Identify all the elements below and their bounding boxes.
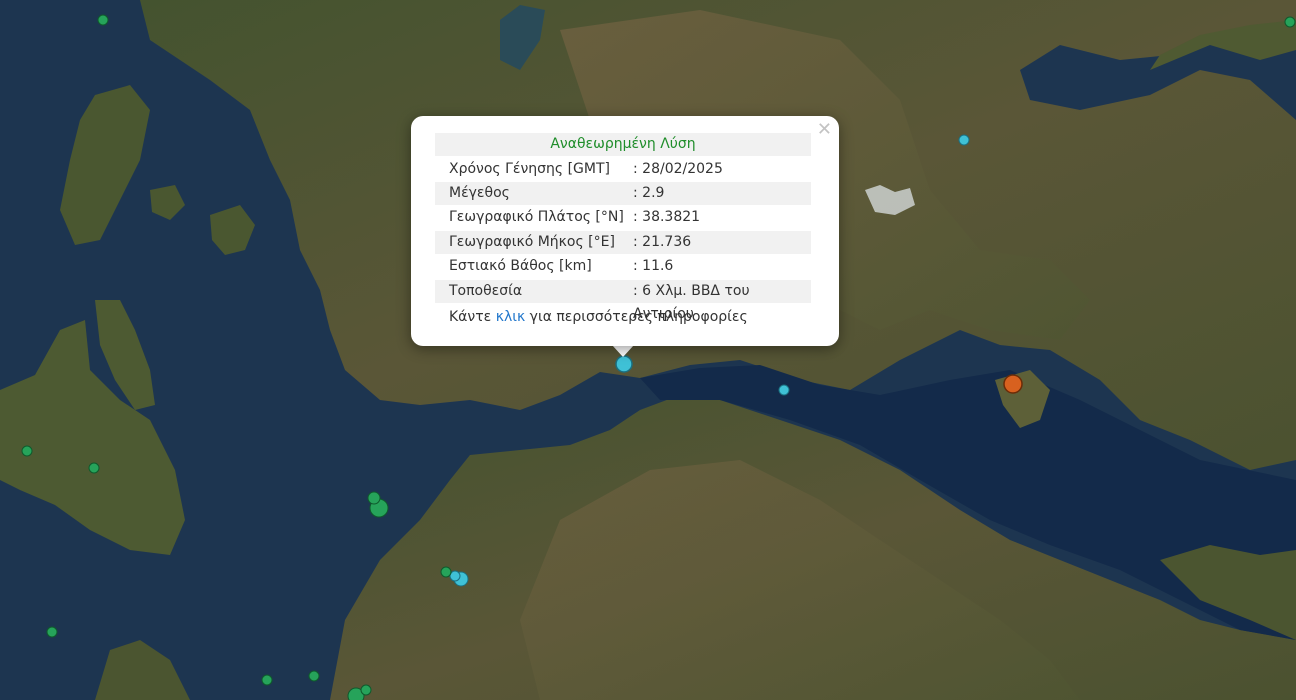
row-value: : 11.6: [633, 258, 674, 274]
row-label: Γεωγραφικό Πλάτος [°N]: [449, 209, 624, 225]
row-value: : 38.3821: [633, 209, 701, 225]
marker-green[interactable]: [88, 462, 100, 474]
marker-green[interactable]: [261, 674, 273, 686]
marker-selected[interactable]: [615, 355, 633, 373]
marker-green[interactable]: [46, 626, 58, 638]
marker-cyan[interactable]: [778, 384, 790, 396]
row-value: : 21.736: [633, 234, 692, 250]
more-info-link[interactable]: κλικ: [496, 309, 526, 325]
more-suffix: για περισσότερες πληροφορίες: [525, 309, 748, 325]
row-label: Τοποθεσία: [449, 283, 523, 299]
marker-green[interactable]: [97, 14, 109, 26]
popup-tip: [612, 345, 634, 357]
marker-green[interactable]: [308, 670, 320, 682]
row-value: : 2.9: [633, 185, 665, 201]
marker-cyan[interactable]: [958, 134, 970, 146]
earthquake-popup: ✕ Αναθεωρημένη Λύση Χρόνος Γένησης [GMT]…: [411, 116, 839, 346]
row-label: Γεωγραφικό Μήκος [°E]: [449, 234, 615, 250]
close-icon[interactable]: ✕: [817, 119, 832, 141]
row-latitude: Γεωγραφικό Πλάτος [°N] : 38.3821: [435, 206, 811, 229]
row-label: Χρόνος Γένησης [GMT]: [449, 161, 610, 177]
marker-green[interactable]: [440, 566, 452, 578]
marker-cyan[interactable]: [449, 570, 461, 582]
marker-green[interactable]: [360, 684, 372, 696]
more-info-text: Κάντε κλικ για περισσότερες πληροφορίες: [449, 307, 748, 327]
row-origin-time: Χρόνος Γένησης [GMT] : 28/02/2025 04:56:…: [435, 158, 811, 200]
row-depth: Εστιακό Βάθος [km] : 11.6: [435, 255, 811, 278]
marker-green[interactable]: [1284, 16, 1296, 28]
more-prefix: Κάντε: [449, 309, 496, 325]
row-longitude: Γεωγραφικό Μήκος [°E] : 21.736: [435, 231, 811, 254]
row-magnitude: Μέγεθος : 2.9: [435, 182, 811, 205]
popup-title: Αναθεωρημένη Λύση: [435, 133, 811, 156]
satellite-map[interactable]: [0, 0, 1296, 700]
row-label: Μέγεθος: [449, 185, 510, 201]
marker-green[interactable]: [21, 445, 33, 457]
marker-green[interactable]: [367, 491, 381, 505]
row-label: Εστιακό Βάθος [km]: [449, 258, 592, 274]
row-location: Τοποθεσία : 6 Χλμ. ΒΒΔ του Αντιρίου: [435, 280, 811, 322]
marker-recent[interactable]: [1003, 374, 1023, 394]
